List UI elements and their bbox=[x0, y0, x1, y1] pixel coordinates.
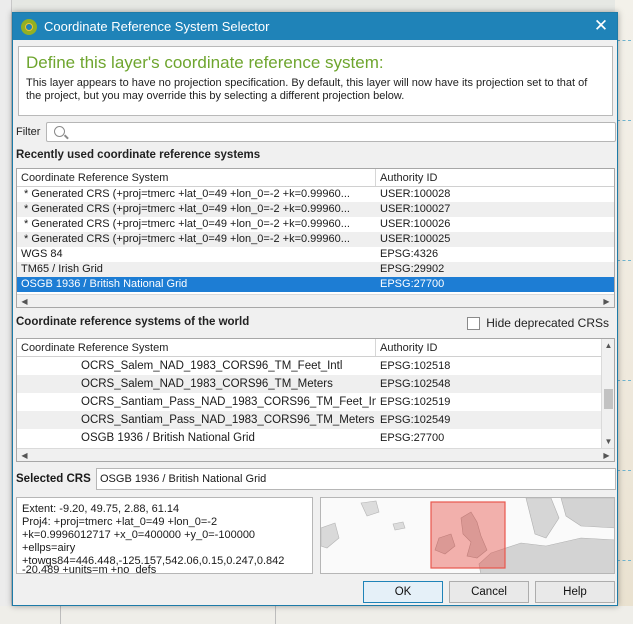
cancel-button[interactable]: Cancel bbox=[449, 581, 529, 603]
title-bar: Coordinate Reference System Selector ✕ bbox=[13, 13, 617, 40]
recent-table-header: Coordinate Reference System Authority ID bbox=[17, 169, 614, 187]
authority-id-cell: USER:100026 bbox=[380, 218, 451, 230]
authority-id-cell: EPSG:102549 bbox=[380, 414, 451, 426]
authority-id-cell: EPSG:102518 bbox=[380, 360, 451, 372]
crs-name-cell: OSGB 1936 / British National Grid bbox=[81, 432, 255, 444]
authority-id-cell: EPSG:27700 bbox=[380, 432, 445, 444]
table-row[interactable]: * Generated CRS (+proj=tmerc +lat_0=49 +… bbox=[17, 217, 614, 232]
table-row[interactable]: * Generated CRS (+proj=tmerc +lat_0=49 +… bbox=[17, 232, 614, 247]
crs-name-cell: * Generated CRS (+proj=tmerc +lat_0=49 +… bbox=[24, 218, 350, 230]
dialog-title: Coordinate Reference System Selector bbox=[44, 19, 270, 34]
table-row[interactable]: OSGB 1936 / British National Grid EPSG:27… bbox=[17, 277, 614, 292]
table-row[interactable]: * Generated CRS (+proj=tmerc +lat_0=49 +… bbox=[17, 187, 614, 202]
extent-map-preview bbox=[320, 497, 615, 574]
column-header-authority-id[interactable]: Authority ID bbox=[376, 339, 601, 356]
proj4-line: +ellps=airy bbox=[22, 542, 76, 554]
close-icon[interactable]: ✕ bbox=[591, 16, 611, 36]
search-icon bbox=[54, 126, 65, 137]
filter-label: Filter bbox=[16, 126, 41, 138]
crs-details-text[interactable]: Extent: -9.20, 49.75, 2.88, 61.14 Proj4:… bbox=[16, 497, 313, 574]
recent-crs-heading: Recently used coordinate reference syste… bbox=[16, 149, 261, 161]
proj4-line: +k=0.9996012717 +x_0=400000 +y_0=-100000 bbox=[22, 529, 256, 541]
world-table-header: Coordinate Reference System Authority ID bbox=[17, 339, 601, 357]
authority-id-cell: EPSG:102519 bbox=[380, 396, 451, 408]
filter-input[interactable] bbox=[46, 122, 616, 142]
scroll-left-icon[interactable]: ◀ bbox=[19, 296, 30, 307]
crs-name-cell: OCRS_Salem_NAD_1983_CORS96_TM_Feet_Intl bbox=[81, 360, 343, 372]
authority-id-cell: USER:100027 bbox=[380, 203, 451, 215]
hide-deprecated-toggle[interactable]: Hide deprecated CRSs bbox=[467, 316, 609, 330]
proj4-line: Proj4: +proj=tmerc +lat_0=49 +lon_0=-2 bbox=[22, 516, 218, 528]
authority-id-cell: EPSG:27700 bbox=[380, 278, 445, 290]
world-horizontal-scrollbar[interactable]: ◀ ▶ bbox=[17, 448, 614, 461]
world-crs-tree: Coordinate Reference System Authority ID… bbox=[16, 338, 615, 462]
table-row[interactable]: * Generated CRS (+proj=tmerc +lat_0=49 +… bbox=[17, 202, 614, 217]
scroll-down-icon[interactable]: ▼ bbox=[603, 436, 614, 447]
authority-id-cell: EPSG:102548 bbox=[380, 378, 451, 390]
tree-row[interactable]: OSGB 1936 / British National Grid EPSG:27… bbox=[17, 429, 601, 447]
tree-row[interactable]: OCRS_Santiam_Pass_NAD_1983_CORS96_TM_Met… bbox=[17, 411, 601, 429]
message-body: This layer appears to have no projection… bbox=[26, 77, 588, 102]
info-message-box: Define this layer's coordinate reference… bbox=[18, 46, 613, 116]
help-button[interactable]: Help bbox=[535, 581, 615, 603]
crs-name-cell: WGS 84 bbox=[21, 248, 63, 260]
scroll-up-icon[interactable]: ▲ bbox=[603, 340, 614, 351]
world-vertical-scrollbar[interactable]: ▲ ▼ bbox=[601, 339, 614, 449]
scroll-right-icon[interactable]: ▶ bbox=[601, 296, 612, 307]
tree-row[interactable]: OCRS_Santiam_Pass_NAD_1983_CORS96_TM_Fee… bbox=[17, 393, 601, 411]
ok-button[interactable]: OK bbox=[363, 581, 443, 603]
crs-name-cell: OCRS_Santiam_Pass_NAD_1983_CORS96_TM_Met… bbox=[81, 414, 375, 426]
column-header-crs[interactable]: Coordinate Reference System bbox=[17, 169, 376, 186]
recent-table-body: * Generated CRS (+proj=tmerc +lat_0=49 +… bbox=[17, 187, 614, 292]
background-status-bar bbox=[0, 606, 633, 624]
authority-id-cell: USER:100028 bbox=[380, 188, 451, 200]
scroll-right-icon[interactable]: ▶ bbox=[601, 450, 612, 461]
qgis-logo-icon bbox=[21, 18, 37, 35]
table-row[interactable]: WGS 84 EPSG:4326 bbox=[17, 247, 614, 262]
column-header-crs[interactable]: Coordinate Reference System bbox=[17, 339, 376, 356]
hide-deprecated-label: Hide deprecated CRSs bbox=[486, 316, 609, 330]
column-header-authority-id[interactable]: Authority ID bbox=[376, 169, 614, 186]
crs-name-cell: OSGB 1936 / British National Grid bbox=[21, 278, 188, 290]
filter-row: Filter bbox=[16, 122, 616, 142]
crs-name-cell: * Generated CRS (+proj=tmerc +lat_0=49 +… bbox=[24, 203, 350, 215]
authority-id-cell: EPSG:29902 bbox=[380, 263, 445, 275]
authority-id-cell: EPSG:4326 bbox=[380, 248, 439, 260]
tree-row[interactable]: OCRS_Salem_NAD_1983_CORS96_TM_Meters EPSG… bbox=[17, 375, 601, 393]
extent-line: Extent: -9.20, 49.75, 2.88, 61.14 bbox=[22, 503, 180, 515]
authority-id-cell: USER:100025 bbox=[380, 233, 451, 245]
world-map-icon bbox=[321, 498, 614, 573]
crs-name-cell: * Generated CRS (+proj=tmerc +lat_0=49 +… bbox=[24, 233, 350, 245]
background-app-left bbox=[0, 0, 12, 624]
selected-crs-field[interactable]: OSGB 1936 / British National Grid bbox=[96, 468, 616, 490]
scroll-left-icon[interactable]: ◀ bbox=[19, 450, 30, 461]
world-table-body: OCRS_Salem_NAD_1983_CORS96_TM_Feet_Intl E… bbox=[17, 357, 601, 447]
table-row[interactable]: TM65 / Irish Grid EPSG:29902 bbox=[17, 262, 614, 277]
crs-name-cell: OCRS_Santiam_Pass_NAD_1983_CORS96_TM_Fee… bbox=[81, 396, 376, 408]
tree-row[interactable]: OCRS_Salem_NAD_1983_CORS96_TM_Feet_Intl E… bbox=[17, 357, 601, 375]
world-crs-heading: Coordinate reference systems of the worl… bbox=[16, 316, 250, 328]
scroll-thumb[interactable] bbox=[604, 389, 613, 409]
recent-horizontal-scrollbar[interactable]: ◀ ▶ bbox=[17, 294, 614, 307]
crs-name-cell: * Generated CRS (+proj=tmerc +lat_0=49 +… bbox=[24, 188, 350, 200]
crs-name-cell: TM65 / Irish Grid bbox=[21, 263, 103, 275]
selected-crs-row: Selected CRS OSGB 1936 / British Nationa… bbox=[16, 468, 616, 490]
selected-crs-label: Selected CRS bbox=[16, 473, 91, 485]
crs-name-cell: OCRS_Salem_NAD_1983_CORS96_TM_Meters bbox=[81, 378, 333, 390]
hide-deprecated-checkbox[interactable] bbox=[467, 316, 481, 330]
message-heading: Define this layer's coordinate reference… bbox=[26, 53, 384, 72]
crs-selector-dialog: Coordinate Reference System Selector ✕ D… bbox=[12, 12, 618, 606]
recent-crs-table: Coordinate Reference System Authority ID… bbox=[16, 168, 615, 308]
